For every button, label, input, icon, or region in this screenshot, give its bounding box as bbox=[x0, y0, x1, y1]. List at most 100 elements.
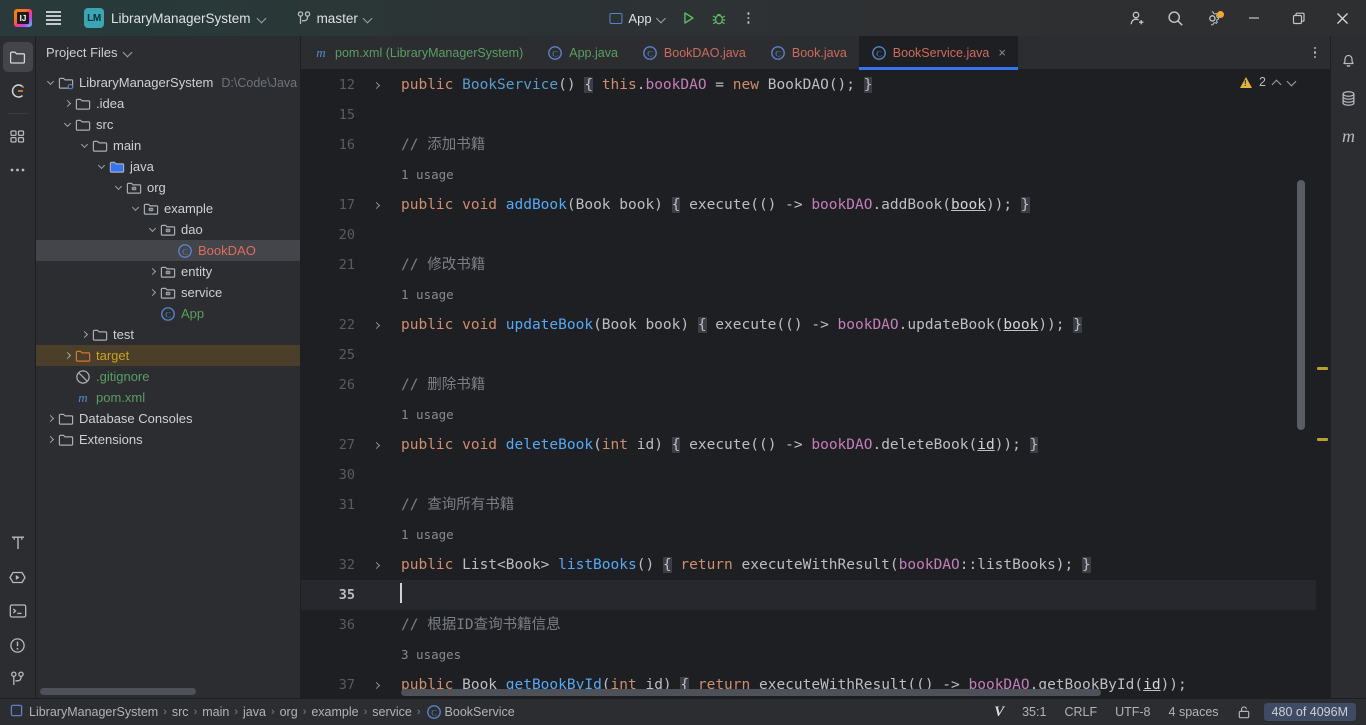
bell-icon[interactable] bbox=[1334, 44, 1364, 76]
run-icon[interactable] bbox=[674, 5, 704, 31]
line-number-gutter[interactable]: 121516172021222526273031323536374041 bbox=[301, 70, 389, 698]
editor-tab-book[interactable]: C Book.java bbox=[758, 36, 859, 69]
usage-count-label[interactable]: 3 usages bbox=[401, 647, 461, 662]
gutter-row[interactable] bbox=[301, 640, 389, 670]
project-panel-header[interactable]: Project Files bbox=[36, 36, 300, 68]
breadcrumb-item-librarymanagersystem[interactable]: LibraryManagerSystem bbox=[6, 704, 162, 720]
debug-icon[interactable] bbox=[704, 5, 734, 31]
fold-arrow-icon[interactable] bbox=[372, 550, 381, 580]
tree-node-database-consoles[interactable]: Database Consoles bbox=[36, 408, 300, 429]
editor-horizontal-scrollbar[interactable] bbox=[401, 689, 1101, 696]
tree-node-main[interactable]: main bbox=[36, 135, 300, 156]
project-selector[interactable]: LM LibraryManagerSystem bbox=[76, 5, 275, 31]
chevron-right-icon[interactable] bbox=[44, 414, 58, 423]
breadcrumb-item-bookservice[interactable]: C BookService bbox=[422, 704, 519, 720]
tree-node-entity[interactable]: entity bbox=[36, 261, 300, 282]
fold-arrow-icon[interactable] bbox=[372, 670, 381, 698]
usage-count-label[interactable]: 1 usage bbox=[401, 527, 454, 542]
sidebar-item-more-tools[interactable] bbox=[3, 155, 33, 185]
gutter-row[interactable]: 30 bbox=[301, 460, 389, 490]
search-icon[interactable] bbox=[1156, 5, 1194, 31]
tree-node-target[interactable]: target bbox=[36, 345, 300, 366]
run-configuration-selector[interactable]: App bbox=[602, 8, 673, 29]
usage-count-label[interactable]: 1 usage bbox=[401, 167, 454, 182]
sidebar-item-terminal[interactable] bbox=[3, 596, 33, 626]
sidebar-item-commit[interactable] bbox=[3, 121, 33, 151]
gutter-row[interactable]: 31 bbox=[301, 490, 389, 520]
gutter-row[interactable]: 22 bbox=[301, 310, 389, 340]
git-branch-selector[interactable]: master bbox=[289, 8, 381, 29]
maven-icon[interactable]: m bbox=[1334, 120, 1364, 152]
indent-setting[interactable]: 4 spaces bbox=[1160, 705, 1228, 719]
breadcrumb-item-org[interactable]: org bbox=[276, 705, 302, 719]
chevron-right-icon[interactable] bbox=[61, 99, 75, 108]
tree-node-src[interactable]: src bbox=[36, 114, 300, 135]
tree-node-example[interactable]: example bbox=[36, 198, 300, 219]
file-encoding[interactable]: UTF-8 bbox=[1106, 705, 1159, 719]
sidebar-item-version-control[interactable] bbox=[3, 664, 33, 694]
chevron-right-icon[interactable] bbox=[146, 288, 160, 297]
gutter-row[interactable]: 20 bbox=[301, 220, 389, 250]
gutter-row[interactable]: 32 bbox=[301, 550, 389, 580]
tree-node-org[interactable]: org bbox=[36, 177, 300, 198]
minimize-icon[interactable] bbox=[1232, 0, 1276, 36]
more-vertical-icon[interactable] bbox=[1308, 46, 1323, 59]
chevron-down-icon[interactable] bbox=[95, 161, 109, 170]
gutter-row[interactable] bbox=[301, 520, 389, 550]
gutter-row[interactable]: 37 bbox=[301, 670, 389, 698]
tree-node-dao[interactable]: dao bbox=[36, 219, 300, 240]
chevron-right-icon[interactable] bbox=[146, 267, 160, 276]
tree-node-test[interactable]: test bbox=[36, 324, 300, 345]
chevron-down-icon[interactable] bbox=[112, 182, 126, 191]
chevron-down-icon[interactable] bbox=[1288, 78, 1296, 86]
code-editor[interactable]: 121516172021222526273031323536374041 pub… bbox=[301, 70, 1330, 698]
unlocked-icon[interactable] bbox=[1228, 705, 1260, 719]
gutter-row[interactable]: 17 bbox=[301, 190, 389, 220]
more-vertical-icon[interactable] bbox=[734, 5, 764, 31]
code-content[interactable]: public BookService() { this.bookDAO = ne… bbox=[389, 70, 1330, 698]
tab-close-icon[interactable]: × bbox=[998, 45, 1006, 60]
fold-arrow-icon[interactable] bbox=[372, 310, 381, 340]
project-horizontal-scrollbar[interactable] bbox=[40, 688, 196, 695]
breadcrumb-item-src[interactable]: src bbox=[168, 705, 193, 719]
editor-tab-app[interactable]: C App.java bbox=[535, 36, 630, 69]
add-user-icon[interactable] bbox=[1118, 5, 1156, 31]
marker-rail[interactable] bbox=[1316, 70, 1330, 698]
tree-node-librarymanagersystem[interactable]: LibraryManagerSystem D:\Code\Java bbox=[36, 72, 300, 93]
chevron-right-icon[interactable] bbox=[61, 351, 75, 360]
chevron-down-icon[interactable] bbox=[61, 119, 75, 128]
breadcrumb-item-main[interactable]: main bbox=[198, 705, 233, 719]
memory-indicator[interactable]: 480 of 4096M bbox=[1263, 703, 1356, 721]
gutter-row[interactable]: 27 bbox=[301, 430, 389, 460]
usage-count-label[interactable]: 1 usage bbox=[401, 287, 454, 302]
tree-node-app[interactable]: C App bbox=[36, 303, 300, 324]
tree-node-java[interactable]: java bbox=[36, 156, 300, 177]
breadcrumb-item-example[interactable]: example bbox=[307, 705, 362, 719]
editor-tab-bookservice[interactable]: C BookService.java × bbox=[858, 36, 1019, 70]
editor-tab-bookdao[interactable]: C BookDAO.java bbox=[630, 36, 758, 69]
chevron-down-icon[interactable] bbox=[78, 140, 92, 149]
chevron-up-icon[interactable] bbox=[1273, 78, 1281, 86]
tree-node-pom-xml[interactable]: m pom.xml bbox=[36, 387, 300, 408]
database-icon[interactable] bbox=[1334, 82, 1364, 114]
tree-node-gitignore[interactable]: .gitignore bbox=[36, 366, 300, 387]
breadcrumb-item-java[interactable]: java bbox=[239, 705, 270, 719]
sidebar-item-run[interactable] bbox=[3, 562, 33, 592]
caret-position[interactable]: 35:1 bbox=[1013, 705, 1055, 719]
project-tree[interactable]: LibraryManagerSystem D:\Code\Java .idea s… bbox=[36, 68, 300, 698]
settings-gear-icon[interactable] bbox=[1194, 5, 1232, 31]
gutter-row[interactable] bbox=[301, 160, 389, 190]
sidebar-item-problems[interactable] bbox=[3, 630, 33, 660]
sidebar-item-ai-assistant[interactable] bbox=[3, 76, 33, 106]
gutter-row[interactable]: 16 bbox=[301, 130, 389, 160]
gutter-row[interactable] bbox=[301, 400, 389, 430]
fold-arrow-icon[interactable] bbox=[372, 430, 381, 460]
inspection-widget[interactable]: 2 bbox=[1240, 75, 1296, 89]
usage-count-label[interactable]: 1 usage bbox=[401, 407, 454, 422]
gutter-row[interactable]: 21 bbox=[301, 250, 389, 280]
restore-icon[interactable] bbox=[1276, 0, 1320, 36]
fold-arrow-icon[interactable] bbox=[372, 190, 381, 220]
editor-vertical-scrollbar[interactable] bbox=[1297, 180, 1305, 430]
tree-node-extensions[interactable]: Extensions bbox=[36, 429, 300, 450]
editor-tab-pom[interactable]: m pom.xml (LibraryManagerSystem) bbox=[301, 36, 535, 69]
